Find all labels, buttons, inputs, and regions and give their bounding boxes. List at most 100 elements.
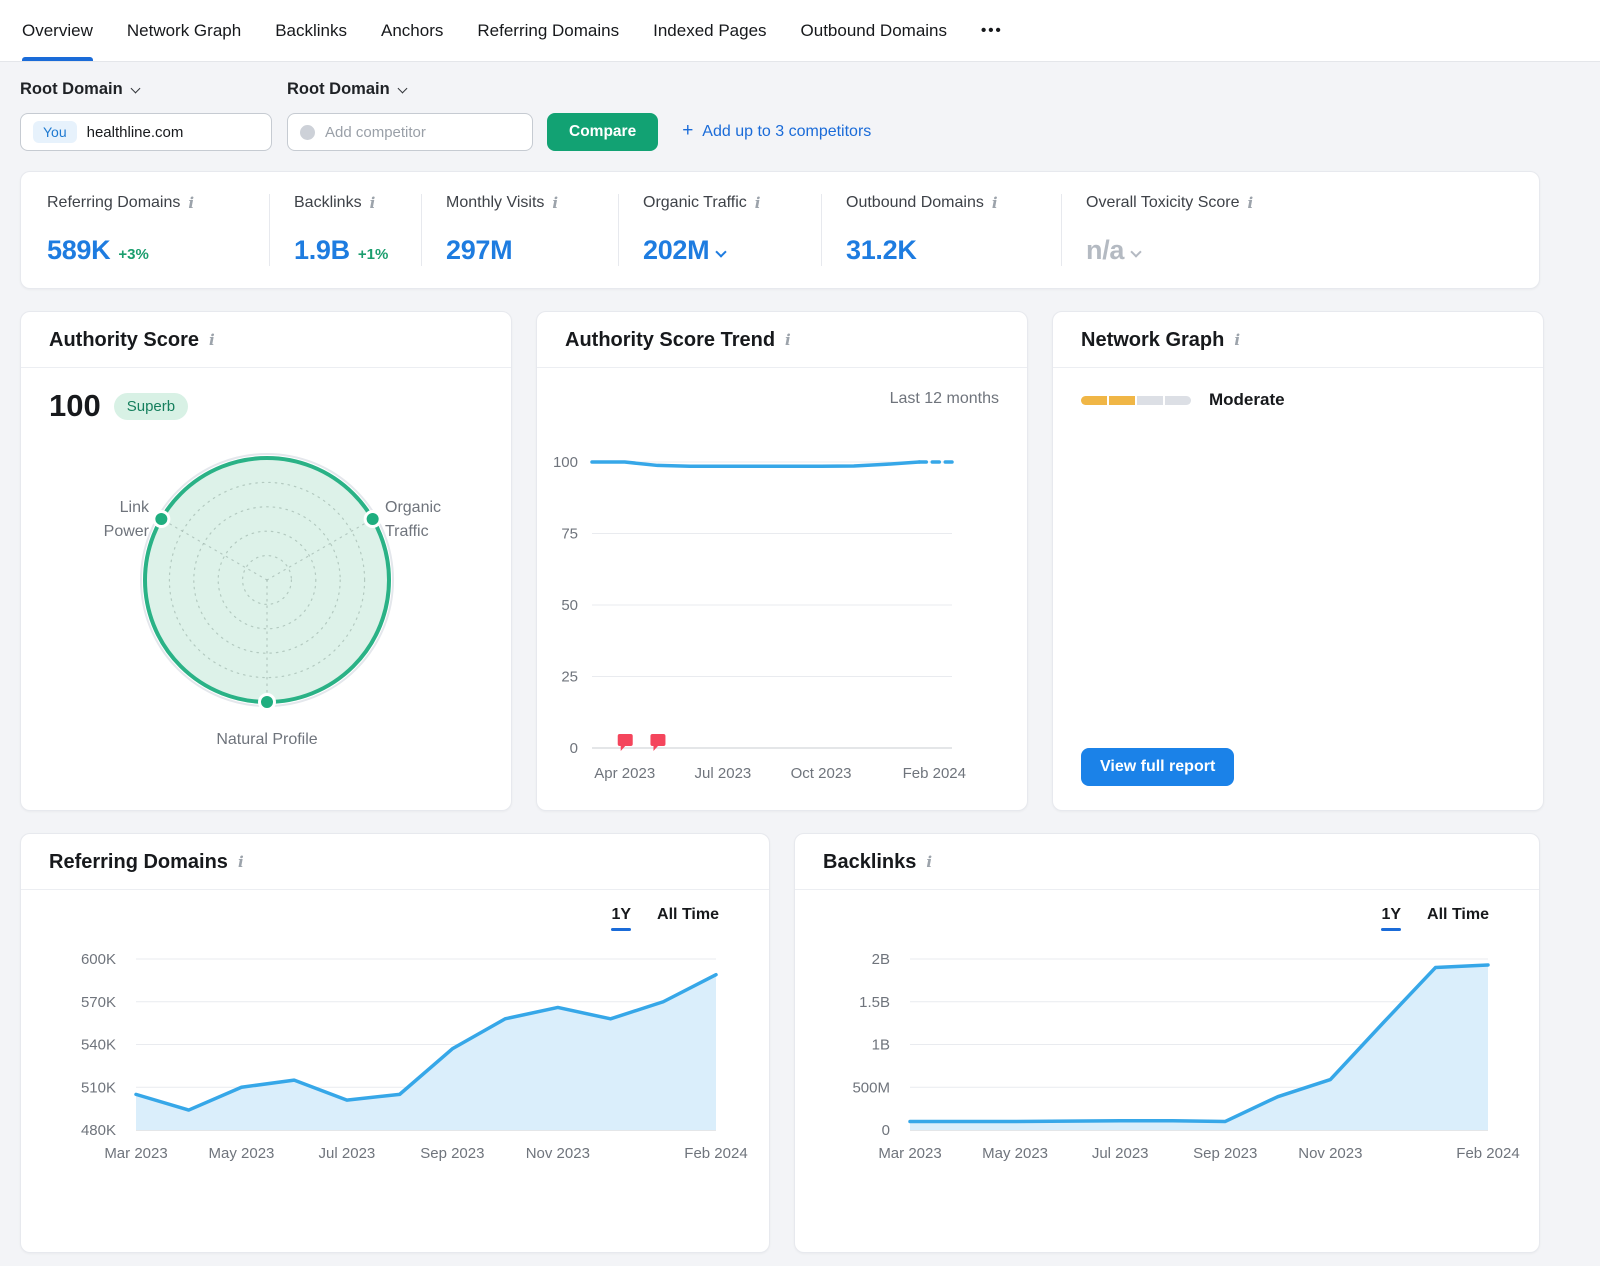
tabs-container: Overview Network Graph Backlinks Anchors Ref… — [22, 0, 947, 61]
metric-organic-traffic: Organic Traffic i 202M — [618, 194, 821, 266]
tab-anchors[interactable]: Anchors — [381, 0, 443, 61]
chevron-down-icon[interactable] — [1130, 246, 1141, 257]
toxicity-level-indicator — [1081, 396, 1191, 405]
svg-text:100: 100 — [553, 454, 578, 471]
add-competitors-label: Add up to 3 competitors — [702, 123, 871, 141]
svg-text:500M: 500M — [852, 1079, 890, 1096]
info-icon[interactable]: i — [1248, 196, 1254, 211]
range-toggle-all-time[interactable]: All Time — [1427, 906, 1489, 931]
range-toggle-all-time[interactable]: All Time — [657, 906, 719, 931]
referring-domains-card: Referring Domains i 1Y All Time 600K570K… — [20, 833, 770, 1253]
referring-domains-chart: 600K570K540K510K480KMar 2023May 2023Jul … — [21, 937, 770, 1182]
metric-monthly-visits: Monthly Visitsi297M — [421, 194, 618, 266]
backlinks-card: Backlinks i 1Y All Time 2B1.5B1B500M0Mar… — [794, 833, 1540, 1253]
metric-backlinks: Backlinksi1.9B+1% — [269, 194, 421, 266]
info-icon[interactable]: i — [188, 196, 194, 211]
tab-overview[interactable]: Overview — [22, 0, 93, 61]
chevron-down-icon — [397, 83, 407, 93]
metric-value[interactable]: 297M — [446, 235, 512, 266]
svg-text:Jul 2023: Jul 2023 — [1092, 1145, 1149, 1162]
svg-text:Feb 2024: Feb 2024 — [1456, 1145, 1519, 1162]
info-icon[interactable]: i — [552, 196, 558, 211]
info-icon[interactable]: i — [370, 196, 376, 211]
main-domain-value: healthline.com — [87, 124, 184, 141]
svg-text:Apr 2023: Apr 2023 — [594, 765, 655, 782]
metric-label: Outbound Domains — [846, 194, 984, 212]
report-tabs: Overview Network Graph Backlinks Anchors Ref… — [0, 0, 1600, 62]
metric-value[interactable]: 589K — [47, 235, 110, 266]
view-full-report-button[interactable]: View full report — [1081, 748, 1234, 786]
card-title: Authority Score Trend — [565, 329, 775, 352]
metric-value[interactable]: n/a — [1086, 235, 1124, 266]
metric-value[interactable]: 1.9B — [294, 235, 350, 266]
info-icon[interactable]: i — [785, 333, 791, 348]
tab-network-graph[interactable]: Network Graph — [127, 0, 241, 61]
svg-text:Nov 2023: Nov 2023 — [526, 1145, 590, 1162]
radar-axis-label: OrganicTraffic — [385, 499, 441, 540]
main-domain-input[interactable]: You healthline.com — [20, 113, 272, 151]
info-icon[interactable]: i — [992, 196, 998, 211]
tab-indexed-pages[interactable]: Indexed Pages — [653, 0, 766, 61]
metric-label: Overall Toxicity Score — [1086, 194, 1240, 212]
plus-icon: + — [682, 120, 693, 142]
toxicity-level-label: Moderate — [1209, 390, 1285, 410]
range-toggle-1y[interactable]: 1Y — [611, 906, 631, 931]
metric-outbound-domains: Outbound Domains i 31.2K — [821, 194, 1061, 266]
compare-button[interactable]: Compare — [547, 113, 658, 151]
chevron-down-icon[interactable] — [716, 246, 727, 257]
authority-score-trend-chart: 1007550250Apr 2023Jul 2023Oct 2023Feb 20… — [537, 368, 997, 804]
tab-backlinks[interactable]: Backlinks — [275, 0, 347, 61]
root-domain-selector-main[interactable]: Root Domain — [20, 80, 287, 99]
metric-value[interactable]: 202M — [643, 235, 709, 266]
metric-label: Referring Domains — [47, 194, 180, 212]
level-segment — [1081, 396, 1107, 405]
svg-text:Nov 2023: Nov 2023 — [1298, 1145, 1362, 1162]
add-competitors-link[interactable]: + Add up to 3 competitors — [682, 122, 871, 142]
info-icon[interactable]: i — [209, 333, 215, 348]
radar-axis-label: LinkPower — [104, 499, 150, 540]
svg-text:0: 0 — [570, 740, 578, 757]
domain-query-section: Root Domain Root Domain You healthline.c… — [0, 62, 1520, 151]
root-domain-selector-competitor[interactable]: Root Domain — [287, 80, 406, 99]
radar-axis-label: Natural Profile — [216, 731, 317, 748]
authority-score-badge: Superb — [114, 393, 188, 420]
competitor-input[interactable]: Add competitor — [287, 113, 533, 151]
svg-text:Oct 2023: Oct 2023 — [791, 765, 852, 782]
metric-delta: +3% — [118, 246, 148, 263]
svg-text:540K: 540K — [81, 1037, 116, 1054]
svg-text:0: 0 — [882, 1122, 890, 1139]
info-icon[interactable]: i — [1234, 333, 1240, 348]
info-icon[interactable]: i — [755, 196, 761, 211]
svg-text:Mar 2023: Mar 2023 — [104, 1145, 167, 1162]
metric-label: Organic Traffic — [643, 194, 747, 212]
svg-text:1B: 1B — [872, 1037, 890, 1054]
backlinks-chart: 2B1.5B1B500M0Mar 2023May 2023Jul 2023Sep… — [795, 937, 1540, 1182]
authority-score-trend-card: Authority Score Trend i Last 12 months 1… — [536, 311, 1028, 811]
metric-delta: +1% — [358, 246, 388, 263]
range-toggle-1y[interactable]: 1Y — [1381, 906, 1401, 931]
svg-text:50: 50 — [561, 597, 578, 614]
svg-text:2B: 2B — [872, 951, 890, 968]
svg-text:600K: 600K — [81, 951, 116, 968]
tab-outbound-domains[interactable]: Outbound Domains — [801, 0, 947, 61]
level-segment — [1109, 396, 1135, 405]
root-domain-label-main: Root Domain — [20, 80, 123, 99]
network-graph-visualization — [1081, 416, 1517, 746]
root-domain-label-competitor: Root Domain — [287, 80, 390, 99]
svg-text:May 2023: May 2023 — [209, 1145, 275, 1162]
you-badge: You — [33, 121, 77, 143]
svg-text:Jul 2023: Jul 2023 — [319, 1145, 376, 1162]
authority-score-value: 100 — [49, 388, 101, 424]
svg-text:Feb 2024: Feb 2024 — [684, 1145, 747, 1162]
more-tabs-button[interactable]: ••• — [981, 0, 1003, 61]
level-segment — [1137, 396, 1163, 405]
card-title: Referring Domains — [49, 851, 228, 874]
authority-score-radar-chart: LinkPower OrganicTraffic Natural Profile — [49, 428, 485, 762]
svg-text:1.5B: 1.5B — [859, 994, 890, 1011]
svg-text:25: 25 — [561, 669, 578, 686]
info-icon[interactable]: i — [926, 855, 932, 870]
info-icon[interactable]: i — [238, 855, 244, 870]
metric-value[interactable]: 31.2K — [846, 235, 917, 266]
metrics-summary-bar: Referring Domainsi589K+3%Backlinksi1.9B+… — [20, 171, 1540, 289]
tab-referring-domains[interactable]: Referring Domains — [477, 0, 619, 61]
